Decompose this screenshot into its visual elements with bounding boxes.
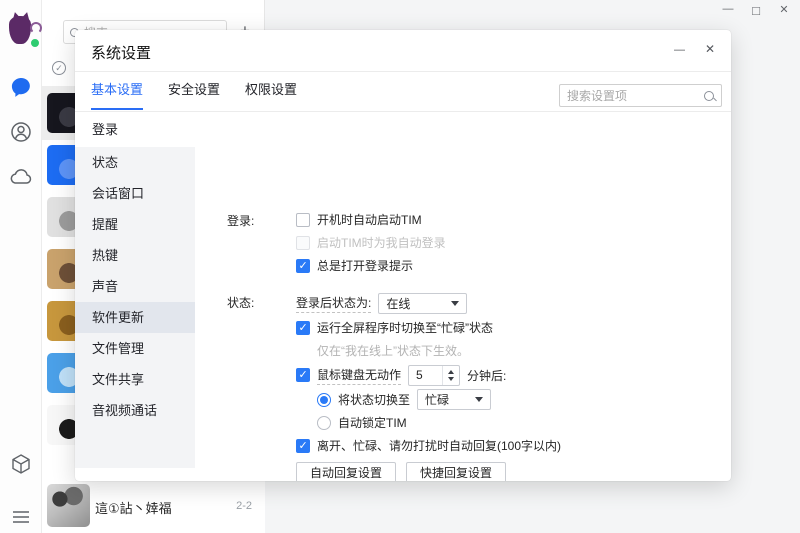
radio-button[interactable] (317, 416, 331, 430)
settings-dialog: 系统设置 — ✕ 基本设置安全设置权限设置 搜索设置项 登录状态会话窗口提醒热键… (75, 30, 731, 481)
cat-avatar-icon (9, 16, 31, 44)
quick-reply-settings-button[interactable]: 快捷回复设置 (406, 462, 506, 481)
checkbox-row: 总是打开登录提示 (296, 254, 719, 277)
dropdown-value: 忙碌 (425, 391, 449, 408)
dropdown-label: 登录后状态为: (296, 294, 371, 313)
checkbox-label: 开机时自动启动TIM (317, 211, 422, 228)
contacts-icon[interactable] (9, 120, 33, 144)
checkbox-label: 启动TIM时为我自动登录 (317, 234, 446, 251)
spinner-suffix: 分钟后: (467, 367, 506, 384)
window-close-button[interactable]: ✕ (776, 3, 792, 18)
sidebar-item-文件管理[interactable]: 文件管理 (75, 333, 195, 364)
sidebar-item-会话窗口[interactable]: 会话窗口 (75, 178, 195, 209)
window-maximize-button[interactable]: □ (748, 3, 764, 18)
section-rows: 开机时自动启动TIM 启动TIM时为我自动登录总是打开登录提示 (296, 208, 719, 277)
sidebar-item-提醒[interactable]: 提醒 (75, 209, 195, 240)
sidebar-item-热键[interactable]: 热键 (75, 240, 195, 271)
cat-tail (30, 22, 42, 34)
online-status-dot (29, 37, 41, 49)
tab-基本设置[interactable]: 基本设置 (91, 72, 143, 112)
stepper-value: 5 (409, 366, 442, 385)
stepper-down-icon[interactable] (448, 377, 454, 381)
spinner-row: 鼠标键盘无动作 5 分钟后: (296, 362, 719, 388)
checkbox-row: 运行全屏程序时切换至“忙碌”状态 (296, 316, 719, 339)
checkbox[interactable] (296, 213, 310, 227)
settings-section: 登录: 开机时自动启动TIM 启动TIM时为我自动登录总是打开登录提示 (227, 208, 719, 277)
section-rows: 登录后状态为: 在线运行全屏程序时切换至“忙碌”状态仅在“我在线上”状态下生效。鼠… (296, 290, 719, 481)
settings-search-icon (704, 91, 714, 101)
chevron-down-icon (475, 397, 483, 402)
sidebar-item-登录[interactable]: 登录 (75, 112, 195, 147)
stepper-arrows[interactable] (442, 366, 459, 385)
tab-安全设置[interactable]: 安全设置 (168, 72, 220, 112)
dropdown-row: 登录后状态为: 在线 (296, 290, 719, 316)
radio-button[interactable] (317, 393, 331, 407)
sidebar-item-状态[interactable]: 状态 (75, 147, 195, 178)
hint-text: 仅在“我在线上”状态下生效。 (296, 342, 469, 359)
checkbox[interactable] (296, 321, 310, 335)
checkbox-label: 运行全屏程序时切换至“忙碌”状态 (317, 319, 493, 336)
checkbox-label: 总是打开登录提示 (317, 257, 413, 274)
stepper-up-icon[interactable] (448, 370, 454, 374)
spinner-label: 鼠标键盘无动作 (317, 366, 401, 385)
dropdown[interactable]: 忙碌 (417, 389, 491, 410)
tab-权限设置[interactable]: 权限设置 (245, 72, 297, 112)
radio-row: 自动锁定TIM (296, 411, 719, 434)
button-row: 自动回复设置快捷回复设置 (296, 457, 719, 481)
chat-avatar-bottom (47, 484, 90, 527)
chat-date-badge: 2-2 (236, 500, 252, 512)
dropdown-value: 在线 (386, 295, 410, 312)
radio-label: 自动锁定TIM (338, 414, 407, 431)
checkbox[interactable] (296, 236, 310, 250)
checkbox-row: 离开、忙碌、请勿打扰时自动回复(100字以内) (296, 434, 719, 457)
section-label: 登录: (227, 208, 296, 277)
checkbox-row: 开机时自动启动TIM (296, 208, 719, 231)
auto-reply-settings-button[interactable]: 自动回复设置 (296, 462, 396, 481)
checkbox[interactable] (296, 259, 310, 273)
settings-content: 登录: 开机时自动启动TIM 启动TIM时为我自动登录总是打开登录提示状态:登录后状… (195, 112, 731, 480)
hint-row: 仅在“我在线上”状态下生效。 (296, 339, 719, 362)
quantity-stepper[interactable]: 5 (408, 365, 460, 386)
chat-list-item[interactable]: 這①詀丶婞福 2-2 (42, 481, 265, 533)
settings-search-placeholder: 搜索设置项 (567, 87, 627, 104)
chevron-down-icon (451, 301, 459, 306)
settings-section: 状态:登录后状态为: 在线运行全屏程序时切换至“忙碌”状态仅在“我在线上”状态下生… (227, 290, 719, 481)
sidebar-item-软件更新[interactable]: 软件更新 (75, 302, 195, 333)
dialog-body: 登录状态会话窗口提醒热键声音软件更新文件管理文件共享音视频通话 登录:开机时自动… (75, 112, 731, 480)
dialog-minimize-button[interactable]: — (674, 40, 685, 60)
dropdown[interactable]: 在线 (378, 293, 467, 314)
section-label: 状态: (227, 290, 296, 481)
checkbox[interactable] (296, 439, 310, 453)
window-minimize-button[interactable]: — (720, 3, 736, 18)
box-icon[interactable] (9, 452, 33, 476)
checkbox-label: 离开、忙碌、请勿打扰时自动回复(100字以内) (317, 437, 561, 454)
settings-search-input[interactable]: 搜索设置项 (559, 84, 722, 107)
dialog-title: 系统设置 (91, 42, 151, 63)
dialog-close-button[interactable]: ✕ (705, 40, 715, 60)
sidebar-item-声音[interactable]: 声音 (75, 271, 195, 302)
checkbox[interactable] (296, 368, 310, 382)
user-avatar[interactable] (7, 14, 37, 46)
checkbox-row: 启动TIM时为我自动登录 (296, 231, 719, 254)
chat-name: 這①詀丶婞福 (95, 498, 172, 517)
sidebar-item-音视频通话[interactable]: 音视频通话 (75, 395, 195, 426)
messages-icon[interactable] (9, 75, 33, 99)
radio-label: 将状态切换至 (338, 391, 410, 408)
check-circle-icon[interactable]: ✓ (52, 61, 66, 75)
window-controls: — □ ✕ (720, 3, 792, 18)
sidebar-item-文件共享[interactable]: 文件共享 (75, 364, 195, 395)
left-icon-rail (0, 0, 42, 533)
menu-icon[interactable] (9, 505, 33, 529)
radio-row: 将状态切换至忙碌 (296, 388, 719, 411)
settings-nav: 登录状态会话窗口提醒热键声音软件更新文件管理文件共享音视频通话 (75, 112, 195, 468)
dialog-header: 系统设置 — ✕ (75, 30, 731, 72)
cloud-icon[interactable] (9, 165, 33, 189)
dialog-tabbar: 基本设置安全设置权限设置 搜索设置项 (75, 72, 731, 112)
